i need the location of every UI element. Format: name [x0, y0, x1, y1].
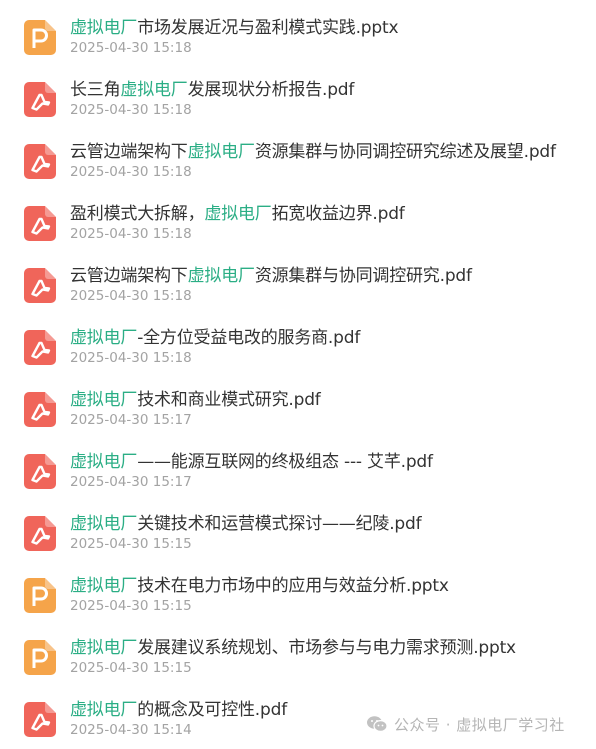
file-date: 2025-04-30 15:15: [70, 660, 192, 676]
file-name-suffix: 技术和商业模式研究.pdf: [137, 390, 321, 410]
file-name-suffix: 发展现状分析报告.pdf: [187, 80, 355, 100]
file-name-suffix: -全方位受益电改的服务商.pdf: [137, 328, 361, 348]
file-name[interactable]: 盈利模式大拆解，虚拟电厂拓宽收益边界.pdf: [70, 203, 405, 225]
file-name[interactable]: 虚拟电厂发展建议系统规划、市场参与与电力需求预测.pptx: [70, 637, 516, 659]
ppt-file-icon: [24, 578, 56, 613]
file-name-suffix: 市场发展近况与盈利模式实践.pptx: [137, 18, 399, 38]
file-name[interactable]: 虚拟电厂技术和商业模式研究.pdf: [70, 389, 321, 411]
file-name-suffix: 的概念及可控性.pdf: [137, 700, 287, 720]
watermark-text: 公众号 · 虚拟电厂学习社: [394, 715, 565, 734]
file-name[interactable]: 虚拟电厂的概念及可控性.pdf: [70, 699, 287, 721]
file-name-prefix: 云管边端架构下: [70, 142, 188, 162]
pdf-file-icon: [24, 702, 56, 737]
pdf-file-icon: [24, 82, 56, 117]
file-date: 2025-04-30 15:14: [70, 722, 192, 738]
file-date: 2025-04-30 15:17: [70, 474, 192, 490]
file-name-keyword: 虚拟电厂: [70, 576, 138, 596]
file-name-keyword: 虚拟电厂: [70, 514, 138, 534]
file-date: 2025-04-30 15:18: [70, 164, 192, 180]
pdf-file-icon: [24, 516, 56, 551]
file-name-keyword: 虚拟电厂: [187, 266, 255, 286]
pdf-file-icon: [24, 392, 56, 427]
file-name-keyword: 虚拟电厂: [120, 80, 188, 100]
file-name-keyword: 虚拟电厂: [70, 328, 138, 348]
file-date: 2025-04-30 15:18: [70, 226, 192, 242]
file-date: 2025-04-30 15:18: [70, 40, 192, 56]
file-date: 2025-04-30 15:17: [70, 412, 192, 428]
file-date: 2025-04-30 15:18: [70, 288, 192, 304]
ppt-file-icon: [24, 20, 56, 55]
file-name-keyword: 虚拟电厂: [70, 638, 138, 658]
file-name-suffix: 技术在电力市场中的应用与效益分析.pptx: [137, 576, 449, 596]
file-item[interactable]: 云管边端架构下虚拟电厂资源集群与协同调控研究.pdf 2025-04-30 15…: [24, 265, 584, 313]
file-name[interactable]: 云管边端架构下虚拟电厂资源集群与协同调控研究.pdf: [70, 265, 472, 287]
file-item[interactable]: 虚拟电厂关键技术和运营模式探讨——纪陵.pdf 2025-04-30 15:15: [24, 513, 584, 561]
file-name-keyword: 虚拟电厂: [70, 700, 138, 720]
file-name-keyword: 虚拟电厂: [70, 18, 138, 38]
file-name-suffix: 拓宽收益边界.pdf: [271, 204, 405, 224]
file-name-suffix: 资源集群与协同调控研究.pdf: [254, 266, 472, 286]
file-name[interactable]: 云管边端架构下虚拟电厂资源集群与协同调控研究综述及展望.pdf: [70, 141, 556, 163]
file-date: 2025-04-30 15:18: [70, 350, 192, 366]
file-name-prefix: 长三角: [70, 80, 121, 100]
file-name[interactable]: 长三角虚拟电厂发展现状分析报告.pdf: [70, 79, 354, 101]
pdf-file-icon: [24, 144, 56, 179]
file-date: 2025-04-30 15:18: [70, 102, 192, 118]
file-item[interactable]: 虚拟电厂技术在电力市场中的应用与效益分析.pptx 2025-04-30 15:…: [24, 575, 584, 623]
pdf-file-icon: [24, 268, 56, 303]
file-name-suffix: 发展建议系统规划、市场参与与电力需求预测.pptx: [137, 638, 516, 658]
file-name-suffix: ——能源互联网的终极组态 --- 艾芊.pdf: [137, 452, 433, 472]
file-name-prefix: 盈利模式大拆解，: [70, 204, 205, 224]
pdf-file-icon: [24, 454, 56, 489]
file-item[interactable]: 虚拟电厂市场发展近况与盈利模式实践.pptx 2025-04-30 15:18: [24, 17, 584, 65]
file-item[interactable]: 虚拟电厂-全方位受益电改的服务商.pdf 2025-04-30 15:18: [24, 327, 584, 375]
file-name-keyword: 虚拟电厂: [204, 204, 272, 224]
file-date: 2025-04-30 15:15: [70, 598, 192, 614]
file-name[interactable]: 虚拟电厂技术在电力市场中的应用与效益分析.pptx: [70, 575, 449, 597]
pdf-file-icon: [24, 206, 56, 241]
file-date: 2025-04-30 15:15: [70, 536, 192, 552]
file-item[interactable]: 虚拟电厂发展建议系统规划、市场参与与电力需求预测.pptx 2025-04-30…: [24, 637, 584, 685]
file-name-keyword: 虚拟电厂: [187, 142, 255, 162]
file-item[interactable]: 虚拟电厂——能源互联网的终极组态 --- 艾芊.pdf 2025-04-30 1…: [24, 451, 584, 499]
file-name-keyword: 虚拟电厂: [70, 390, 138, 410]
file-item[interactable]: 虚拟电厂技术和商业模式研究.pdf 2025-04-30 15:17: [24, 389, 584, 437]
file-item[interactable]: 长三角虚拟电厂发展现状分析报告.pdf 2025-04-30 15:18: [24, 79, 584, 127]
file-item[interactable]: 云管边端架构下虚拟电厂资源集群与协同调控研究综述及展望.pdf 2025-04-…: [24, 141, 584, 189]
file-name[interactable]: 虚拟电厂关键技术和运营模式探讨——纪陵.pdf: [70, 513, 422, 535]
file-name-prefix: 云管边端架构下: [70, 266, 188, 286]
file-item[interactable]: 盈利模式大拆解，虚拟电厂拓宽收益边界.pdf 2025-04-30 15:18: [24, 203, 584, 251]
file-name[interactable]: 虚拟电厂市场发展近况与盈利模式实践.pptx: [70, 17, 399, 39]
pdf-file-icon: [24, 330, 56, 365]
ppt-file-icon: [24, 640, 56, 675]
wechat-icon: [367, 716, 388, 733]
file-name-suffix: 资源集群与协同调控研究综述及展望.pdf: [254, 142, 556, 162]
file-name-keyword: 虚拟电厂: [70, 452, 138, 472]
watermark: 公众号 · 虚拟电厂学习社: [366, 712, 565, 736]
file-name[interactable]: 虚拟电厂-全方位受益电改的服务商.pdf: [70, 327, 360, 349]
file-name[interactable]: 虚拟电厂——能源互联网的终极组态 --- 艾芊.pdf: [70, 451, 433, 473]
file-name-suffix: 关键技术和运营模式探讨——纪陵.pdf: [137, 514, 422, 534]
